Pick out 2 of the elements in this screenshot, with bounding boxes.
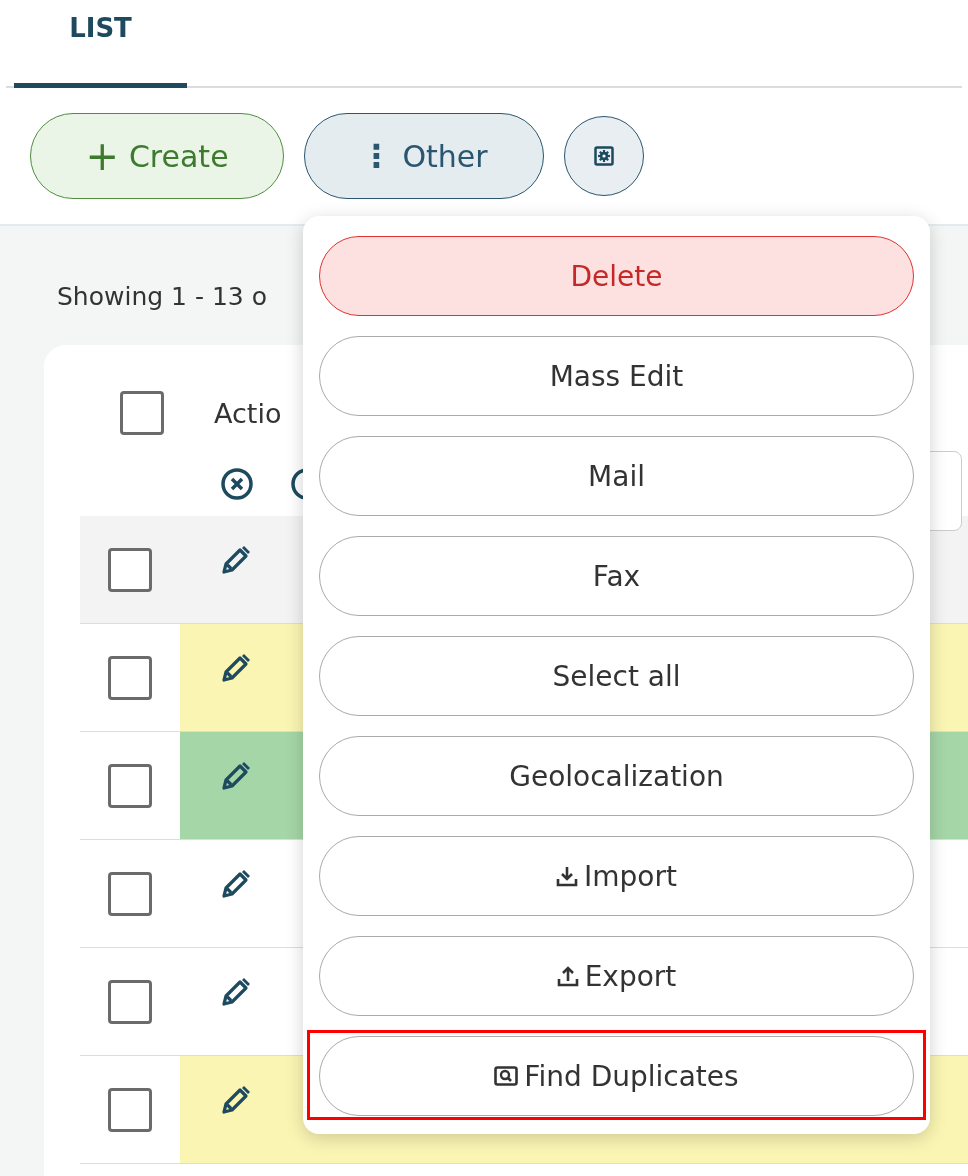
- column-header: Actio: [214, 397, 282, 429]
- results-summary: Showing 1 - 13 o: [57, 282, 268, 312]
